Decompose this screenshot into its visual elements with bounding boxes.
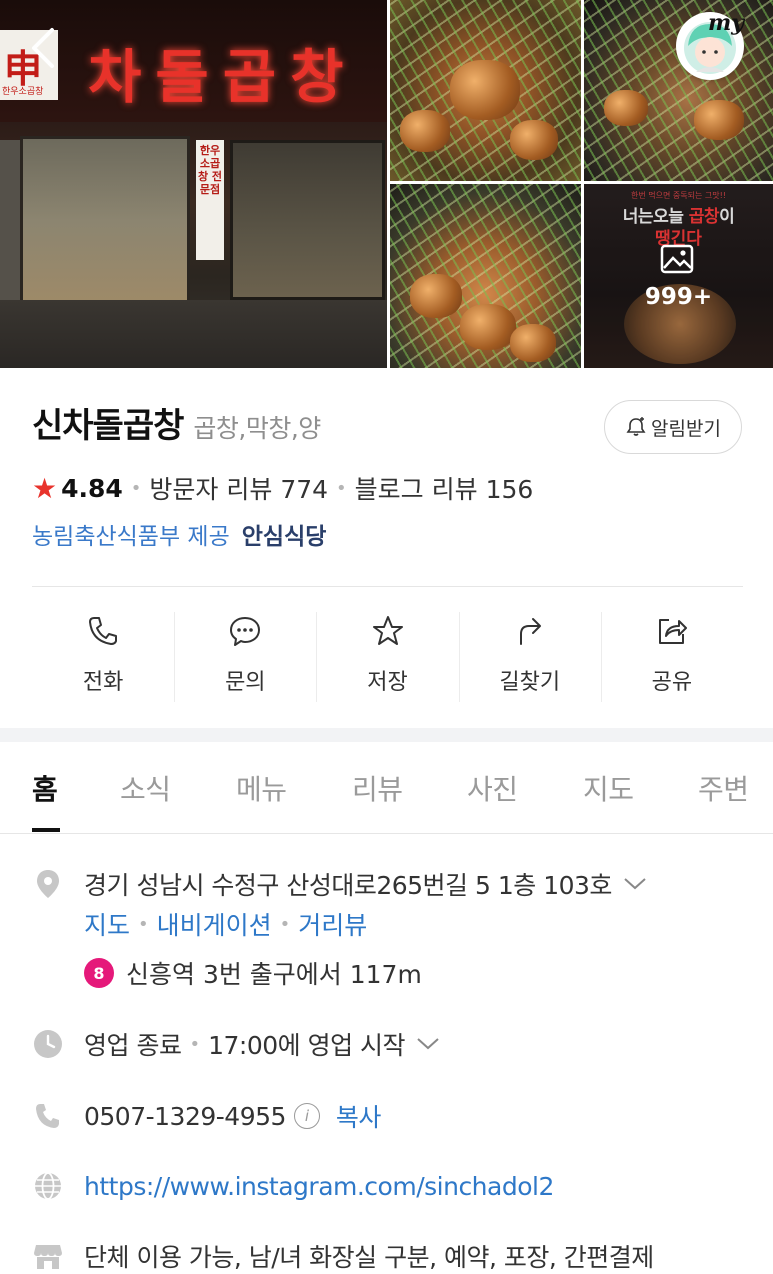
subway-text: 신흥역 3번 출구에서 117m <box>126 960 422 989</box>
notify-button[interactable]: 알림받기 <box>604 400 742 454</box>
phone-icon <box>36 1104 59 1128</box>
food-piece <box>400 110 450 152</box>
food-piece <box>460 304 516 350</box>
rating-row: ★ 4.84 • 방문자 리뷰 774 • 블로그 리뷰 156 <box>32 470 533 506</box>
location-pin-icon <box>37 870 59 898</box>
food-piece <box>410 274 462 318</box>
website-link[interactable]: https://www.instagram.com/sinchadol2 <box>84 1172 554 1201</box>
rating-score: 4.84 <box>61 473 123 503</box>
tab-menu[interactable]: 메뉴 <box>236 768 287 808</box>
streetview-link[interactable]: 거리뷰 <box>298 906 367 942</box>
certification-source: 농림축산식품부 제공 <box>32 524 230 550</box>
image-icon <box>660 244 694 274</box>
inquiry-label: 문의 <box>225 670 266 695</box>
tab-photos[interactable]: 사진 <box>467 768 518 808</box>
food-garnish <box>584 0 773 181</box>
active-tab-indicator <box>32 828 60 832</box>
storefront-window <box>20 136 190 306</box>
food-piece <box>450 60 520 120</box>
subway-line-badge: 8 <box>84 958 114 988</box>
place-title-row: 신차돌곱창 곱창,막창,양 <box>32 398 321 446</box>
notify-label: 알림받기 <box>651 417 721 440</box>
place-category: 곱창,막창,양 <box>193 414 321 443</box>
bell-plus-icon <box>626 417 646 436</box>
tab-bar: 홈 소식 메뉴 리뷰 사진 지도 주변 <box>0 742 773 834</box>
subway-info: 8 신흥역 3번 출구에서 117m <box>84 955 422 991</box>
clock-icon <box>34 1030 62 1058</box>
storefront-pillar <box>0 140 20 300</box>
tab-news[interactable]: 소식 <box>120 768 171 808</box>
directions-icon <box>519 618 541 645</box>
hours-row[interactable]: 영업 종료 • 17:00에 영업 시작 <box>32 1026 441 1062</box>
chevron-down-icon[interactable] <box>622 876 648 892</box>
directions-button[interactable]: 길찾기 <box>458 610 601 706</box>
photo-gallery[interactable]: 申 한우소곱창 차돌곱창 한우소곱창 전문점 한번 먹으면 중독되는 그맛!! … <box>0 0 773 368</box>
tab-reviews[interactable]: 리뷰 <box>352 768 403 808</box>
blog-reviews-link[interactable]: 블로그 리뷰 156 <box>355 470 534 506</box>
facilities-row: 단체 이용 가능, 남/녀 화장실 구분, 예약, 포장, 간편결제 <box>32 1238 654 1274</box>
website-row[interactable]: https://www.instagram.com/sinchadol2 <box>32 1170 554 1202</box>
tab-home[interactable]: 홈 <box>32 768 58 808</box>
food-piece <box>510 120 558 160</box>
share-label: 공유 <box>651 670 693 695</box>
place-name: 신차돌곱창 <box>32 406 184 446</box>
inquiry-button[interactable]: 문의 <box>174 610 316 706</box>
info-icon[interactable]: i <box>293 1103 320 1129</box>
chevron-down-icon[interactable] <box>415 1036 441 1052</box>
storefront-floor <box>0 300 387 368</box>
save-button[interactable]: 저장 <box>316 610 458 706</box>
call-label: 전화 <box>82 670 124 695</box>
star-icon <box>372 616 403 645</box>
food-piece <box>510 324 556 362</box>
navigation-link[interactable]: 내비게이션 <box>157 906 272 942</box>
copy-button[interactable]: 복사 <box>336 1098 382 1134</box>
separator-dot: • <box>336 477 347 499</box>
visitor-reviews-link[interactable]: 방문자 리뷰 774 <box>149 470 328 506</box>
share-button[interactable]: 공유 <box>600 610 743 706</box>
food-photo-2[interactable] <box>584 0 773 181</box>
globe-icon <box>35 1172 61 1200</box>
address-text: 경기 성남시 수정구 산성대로265번길 5 1층 103호 <box>84 871 612 900</box>
action-bar: 전화 문의 저장 길찾기 공유 <box>32 610 743 706</box>
separator-dot: • <box>189 1033 201 1055</box>
more-overlay <box>584 184 773 368</box>
certification-row[interactable]: 농림축산식품부 제공 안심식당 <box>32 516 326 552</box>
separator-dot: • <box>138 913 149 935</box>
phone-number: 0507-1329-4955 <box>84 1101 286 1131</box>
store-sign-text: 차돌곱창 <box>88 43 358 111</box>
save-label: 저장 <box>367 670 408 695</box>
tab-nearby[interactable]: 주변 <box>698 768 749 808</box>
promo-photo[interactable]: 한번 먹으면 중독되는 그맛!! 너는오늘 곱창이 땡긴다 <box>584 184 773 368</box>
hours-next: 17:00에 영업 시작 <box>208 1031 406 1060</box>
vertical-sign: 한우소곱창 전문점 <box>196 140 224 260</box>
separator-dot: • <box>130 477 142 499</box>
food-piece <box>694 100 744 140</box>
call-button[interactable]: 전화 <box>32 610 174 706</box>
address-links: 지도 • 내비게이션 • 거리뷰 <box>84 906 367 942</box>
hours-status: 영업 종료 <box>84 1031 182 1060</box>
more-photos-count[interactable]: 999+ <box>584 284 773 310</box>
share-icon <box>658 619 687 644</box>
certification-badge: 안심식당 <box>241 524 327 550</box>
facilities-text: 단체 이용 가능, 남/녀 화장실 구분, 예약, 포장, 간편결제 <box>84 1243 654 1272</box>
rating-star-icon: ★ <box>32 471 58 505</box>
food-photo-3[interactable] <box>390 184 581 368</box>
divider <box>32 586 743 587</box>
map-link[interactable]: 지도 <box>84 906 130 942</box>
section-separator <box>0 728 773 742</box>
directions-label: 길찾기 <box>499 670 561 695</box>
storefront-door <box>230 140 385 300</box>
separator-dot: • <box>279 913 291 935</box>
tab-map[interactable]: 지도 <box>583 768 634 808</box>
chat-icon <box>230 617 261 646</box>
address-row[interactable]: 경기 성남시 수정구 산성대로265번길 5 1층 103호 <box>32 866 648 902</box>
food-photo-1[interactable] <box>390 0 581 181</box>
back-chevron-icon[interactable] <box>24 26 60 70</box>
phone-icon <box>89 617 118 645</box>
phone-row[interactable]: 0507-1329-4955 i 복사 <box>32 1098 381 1134</box>
store-icon <box>34 1245 62 1269</box>
food-piece <box>604 90 648 126</box>
my-label: my <box>708 10 745 36</box>
